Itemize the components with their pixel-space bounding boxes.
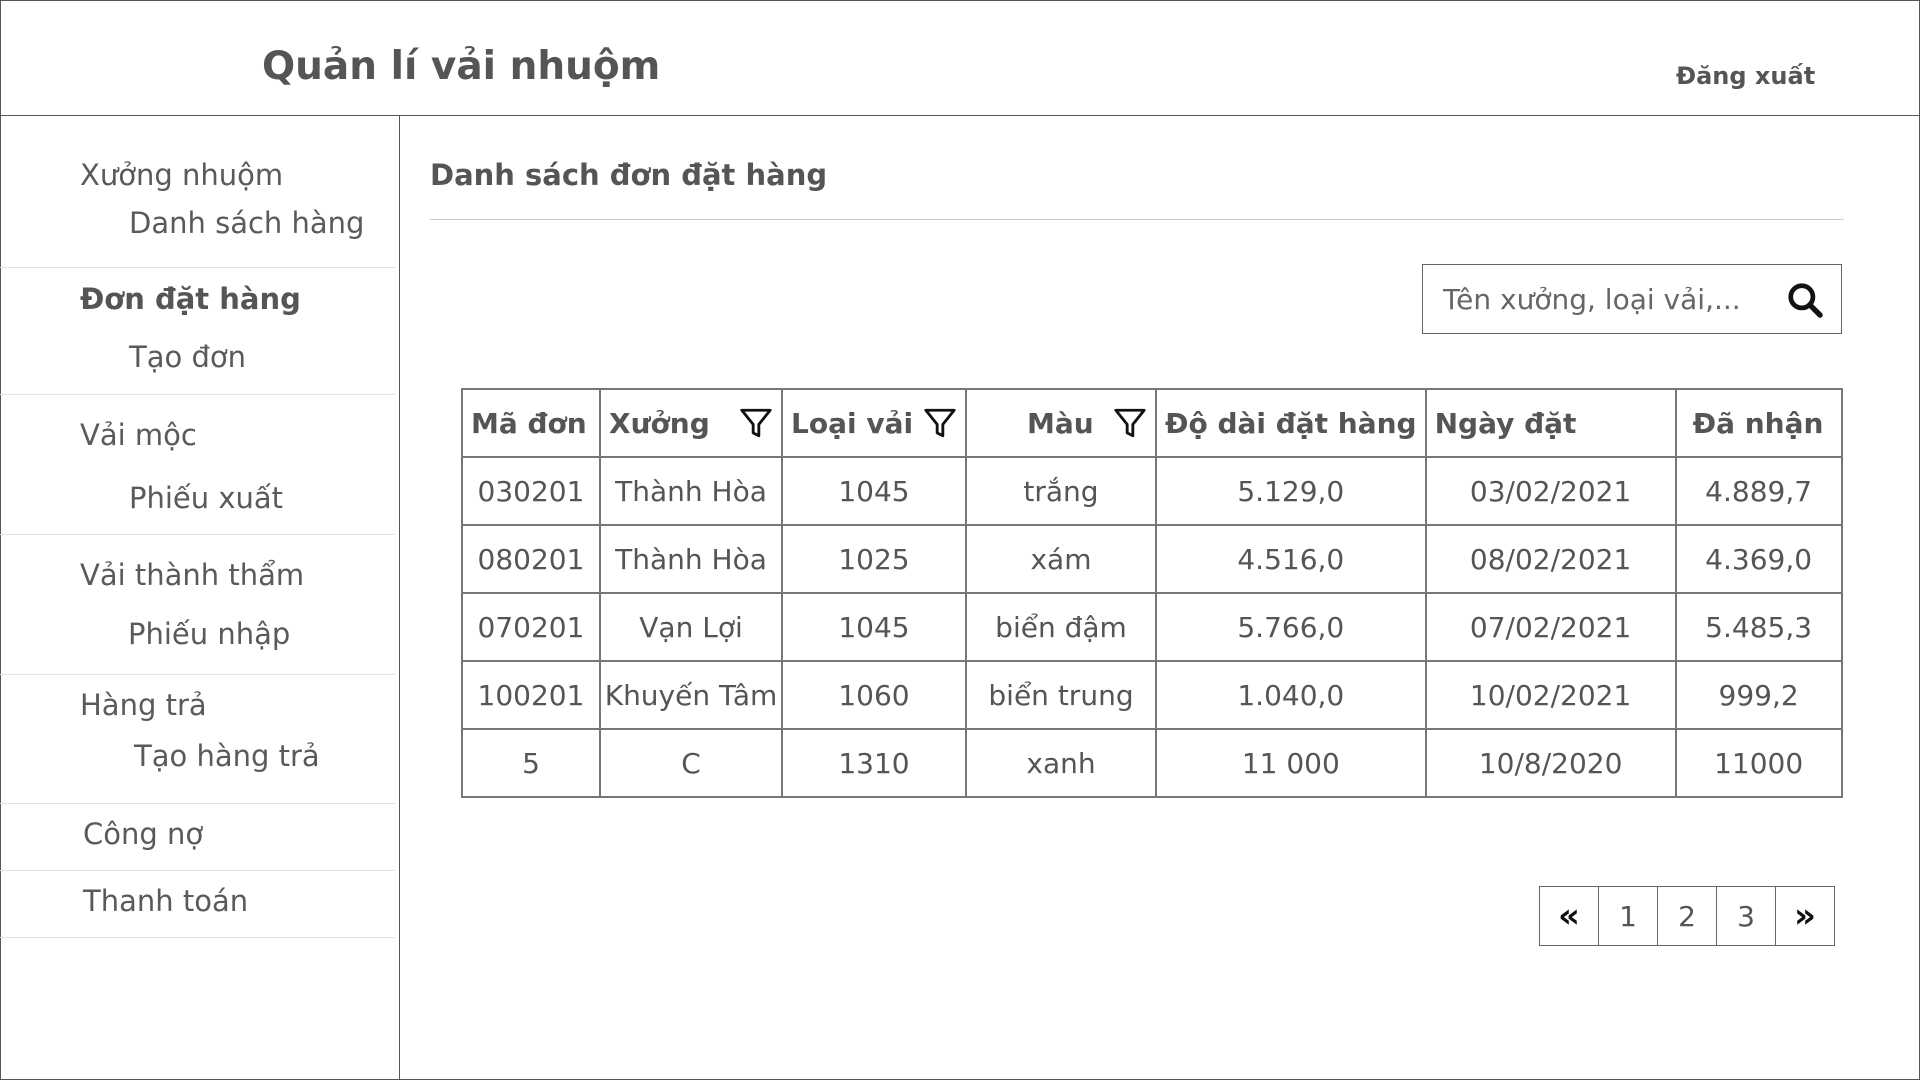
column-header-loai-vai[interactable]: Loại vải bbox=[781, 388, 967, 458]
sidebar-subitem-danh-sach-hang[interactable]: Danh sách hàng bbox=[129, 206, 364, 240]
cell-xuong: Vạn Lợi bbox=[599, 592, 783, 662]
cell-loai-vai: 1045 bbox=[781, 592, 967, 662]
column-header-xuong[interactable]: Xưởng bbox=[599, 388, 783, 458]
sidebar-item-cong-no[interactable]: Công nợ bbox=[83, 817, 203, 851]
cell-mau: trắng bbox=[965, 456, 1157, 526]
cell-do-dai: 4.516,0 bbox=[1155, 524, 1427, 594]
column-header-da-nhan[interactable]: Đã nhận bbox=[1674, 388, 1843, 458]
first-page-button[interactable]: « bbox=[1539, 886, 1599, 946]
column-header-ma-don[interactable]: Mã đơn bbox=[461, 388, 601, 458]
cell-xuong: C bbox=[599, 728, 783, 798]
app-title: Quản lí vải nhuộm bbox=[262, 44, 661, 89]
cell-ngay-dat: 10/8/2020 bbox=[1424, 728, 1677, 798]
search-input[interactable] bbox=[1443, 277, 1773, 321]
orders-table-wrapper: Mã đơn Xưởng Loại vải Màu Độ dài đặt hàn… bbox=[461, 388, 1843, 798]
cell-do-dai: 5.766,0 bbox=[1155, 592, 1427, 662]
sidebar-group-thanh-toan: Thanh toán bbox=[0, 871, 395, 938]
orders-table: Mã đơn Xưởng Loại vải Màu Độ dài đặt hàn… bbox=[461, 388, 1843, 798]
cell-da-nhan: 5.485,3 bbox=[1674, 592, 1843, 662]
cell-ngay-dat: 03/02/2021 bbox=[1424, 456, 1677, 526]
sidebar-group-vai-moc: Vải mộc Phiếu xuất bbox=[0, 395, 395, 535]
sidebar-item-vai-thanh-tham[interactable]: Vải thành thẩm bbox=[80, 558, 304, 592]
sidebar-item-xuong-nhuom[interactable]: Xưởng nhuộm bbox=[80, 158, 283, 192]
search-icon[interactable] bbox=[1786, 281, 1824, 319]
sidebar-item-don-dat-hang[interactable]: Đơn đặt hàng bbox=[80, 282, 301, 316]
cell-ngay-dat: 07/02/2021 bbox=[1424, 592, 1677, 662]
cell-da-nhan: 4.889,7 bbox=[1674, 456, 1843, 526]
cell-do-dai: 1.040,0 bbox=[1155, 660, 1427, 730]
pagination: « 1 2 3 » bbox=[1539, 886, 1835, 946]
logout-link[interactable]: Đăng xuất bbox=[1676, 62, 1815, 90]
filter-icon[interactable] bbox=[923, 406, 957, 440]
table-row[interactable]: 100201 Khuyến Tâm 1060 biển trung 1.040,… bbox=[461, 660, 1843, 730]
table-row[interactable]: 070201 Vạn Lợi 1045 biển đậm 5.766,0 07/… bbox=[461, 592, 1843, 662]
cell-mau: xám bbox=[965, 524, 1157, 594]
sidebar-subitem-tao-hang-tra[interactable]: Tạo hàng trả bbox=[134, 739, 320, 773]
table-row[interactable]: 5 C 1310 xanh 11 000 10/8/2020 11000 bbox=[461, 728, 1843, 798]
column-header-do-dai-dat-hang[interactable]: Độ dài đặt hàng bbox=[1155, 388, 1427, 458]
cell-da-nhan: 999,2 bbox=[1674, 660, 1843, 730]
cell-loai-vai: 1025 bbox=[781, 524, 967, 594]
cell-do-dai: 11 000 bbox=[1155, 728, 1427, 798]
page-button-3[interactable]: 3 bbox=[1716, 886, 1776, 946]
column-header-mau[interactable]: Màu bbox=[965, 388, 1157, 458]
cell-ma-don: 030201 bbox=[461, 456, 601, 526]
cell-do-dai: 5.129,0 bbox=[1155, 456, 1427, 526]
sidebar-group-don-dat-hang: Đơn đặt hàng Tạo đơn bbox=[0, 268, 395, 395]
sidebar: Xưởng nhuộm Danh sách hàng Đơn đặt hàng … bbox=[0, 116, 400, 1080]
sidebar-group-cong-no: Công nợ bbox=[0, 804, 395, 871]
column-header-label: Đã nhận bbox=[1692, 406, 1824, 440]
cell-mau: biển đậm bbox=[965, 592, 1157, 662]
sidebar-subitem-phieu-xuat[interactable]: Phiếu xuất bbox=[129, 481, 283, 515]
main-content: Danh sách đơn đặt hàng Mã đơn bbox=[400, 116, 1920, 1080]
sidebar-item-hang-tra[interactable]: Hàng trả bbox=[80, 688, 207, 722]
cell-loai-vai: 1045 bbox=[781, 456, 967, 526]
cell-xuong: Khuyến Tâm bbox=[599, 660, 783, 730]
cell-ma-don: 070201 bbox=[461, 592, 601, 662]
sidebar-item-vai-moc[interactable]: Vải mộc bbox=[80, 418, 197, 452]
sidebar-group-xuong-nhuom: Xưởng nhuộm Danh sách hàng bbox=[0, 116, 395, 268]
cell-ma-don: 5 bbox=[461, 728, 601, 798]
cell-loai-vai: 1060 bbox=[781, 660, 967, 730]
cell-mau: biển trung bbox=[965, 660, 1157, 730]
cell-loai-vai: 1310 bbox=[781, 728, 967, 798]
cell-xuong: Thành Hòa bbox=[599, 524, 783, 594]
cell-ma-don: 100201 bbox=[461, 660, 601, 730]
cell-mau: xanh bbox=[965, 728, 1157, 798]
page-button-2[interactable]: 2 bbox=[1657, 886, 1717, 946]
table-row[interactable]: 080201 Thành Hòa 1025 xám 4.516,0 08/02/… bbox=[461, 524, 1843, 594]
page-button-1[interactable]: 1 bbox=[1598, 886, 1658, 946]
title-divider bbox=[430, 219, 1844, 220]
sidebar-item-thanh-toan[interactable]: Thanh toán bbox=[83, 884, 248, 918]
filter-icon[interactable] bbox=[739, 406, 773, 440]
cell-da-nhan: 4.369,0 bbox=[1674, 524, 1843, 594]
column-header-label: Xưởng bbox=[609, 406, 710, 440]
column-header-label: Mã đơn bbox=[471, 406, 587, 440]
column-header-label: Loại vải bbox=[791, 406, 914, 440]
column-header-label: Độ dài đặt hàng bbox=[1165, 406, 1417, 440]
cell-ngay-dat: 10/02/2021 bbox=[1424, 660, 1677, 730]
top-header: Quản lí vải nhuộm Đăng xuất bbox=[0, 0, 1920, 116]
column-header-ngay-dat[interactable]: Ngày đặt bbox=[1424, 388, 1677, 458]
page-title: Danh sách đơn đặt hàng bbox=[430, 158, 828, 192]
filter-icon[interactable] bbox=[1113, 406, 1147, 440]
table-row[interactable]: 030201 Thành Hòa 1045 trắng 5.129,0 03/0… bbox=[461, 456, 1843, 526]
column-header-label: Ngày đặt bbox=[1434, 406, 1577, 440]
cell-da-nhan: 11000 bbox=[1674, 728, 1843, 798]
cell-ma-don: 080201 bbox=[461, 524, 601, 594]
cell-ngay-dat: 08/02/2021 bbox=[1424, 524, 1677, 594]
last-page-button[interactable]: » bbox=[1775, 886, 1835, 946]
sidebar-subitem-phieu-nhap[interactable]: Phiếu nhập bbox=[128, 617, 290, 651]
search-box bbox=[1422, 264, 1842, 334]
sidebar-subitem-tao-don[interactable]: Tạo đơn bbox=[129, 340, 246, 374]
cell-xuong: Thành Hòa bbox=[599, 456, 783, 526]
sidebar-group-hang-tra: Hàng trả Tạo hàng trả bbox=[0, 675, 395, 804]
column-header-label: Màu bbox=[1027, 406, 1094, 440]
sidebar-group-vai-thanh-tham: Vải thành thẩm Phiếu nhập bbox=[0, 535, 395, 675]
table-header-row: Mã đơn Xưởng Loại vải Màu Độ dài đặt hàn… bbox=[461, 388, 1843, 458]
